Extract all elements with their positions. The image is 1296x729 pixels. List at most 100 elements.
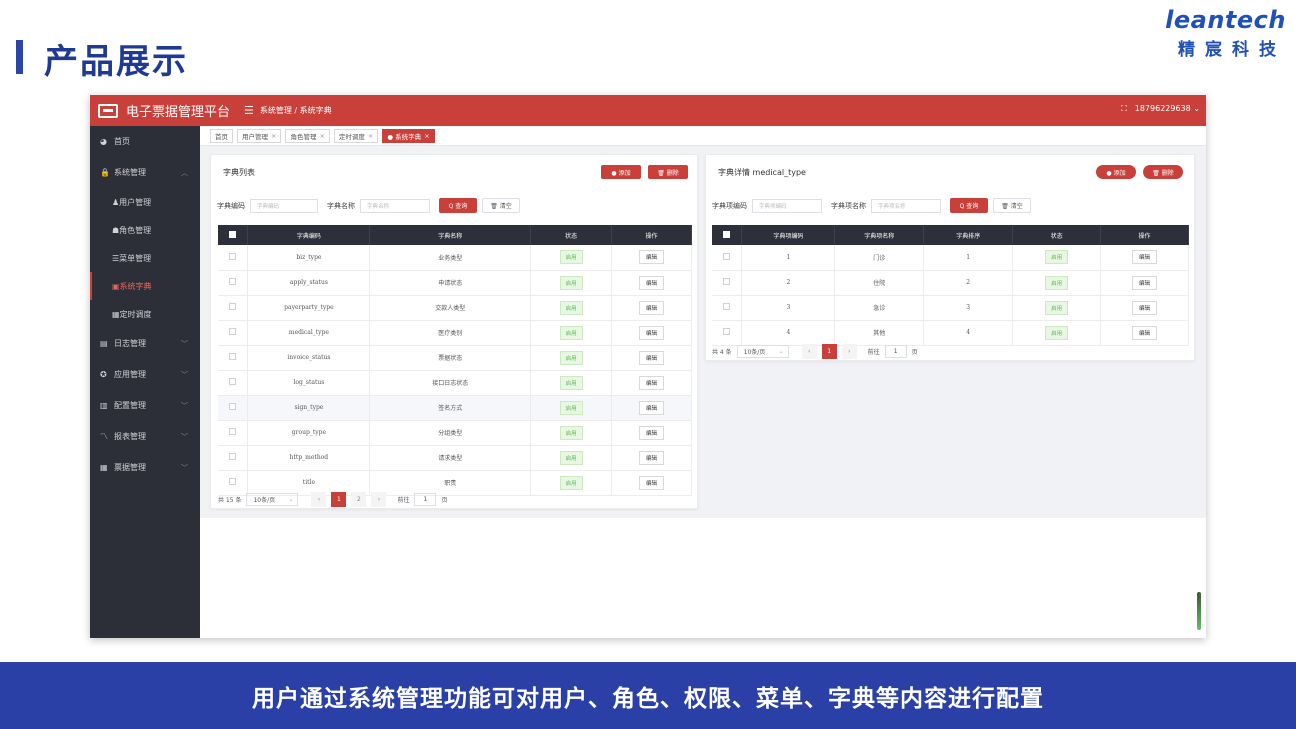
page-button-1[interactable]: 1 — [331, 492, 347, 507]
sidebar-item-users[interactable]: ♟ 用户管理 — [90, 188, 200, 216]
close-icon[interactable]: × — [368, 132, 373, 140]
checkbox[interactable] — [229, 303, 237, 310]
row-select-cell[interactable] — [218, 270, 249, 296]
sidebar-item-logs[interactable]: ▤ 日志管理 ﹀ — [90, 328, 200, 359]
edit-button[interactable]: 编辑 — [639, 425, 665, 440]
edit-button[interactable]: 编辑 — [1132, 275, 1158, 290]
tab-roles[interactable]: 角色管理 × — [285, 128, 330, 143]
edit-button[interactable]: 编辑 — [639, 325, 665, 340]
row-select-cell[interactable] — [218, 245, 249, 271]
checkbox[interactable] — [229, 378, 237, 385]
edit-button[interactable]: 编辑 — [1132, 325, 1158, 340]
table-row[interactable]: 3 急诊 3 启用 编辑 — [712, 295, 1189, 321]
dict-code-input[interactable]: 字典编码 — [250, 198, 318, 213]
table-row[interactable]: medical_type 医疗类别 启用 编辑 — [218, 320, 692, 346]
row-select-cell[interactable] — [218, 370, 249, 396]
user-menu[interactable]: 18796229638 ⌄ — [1135, 104, 1200, 114]
row-select-cell[interactable] — [218, 445, 249, 471]
row-select-cell[interactable] — [712, 270, 743, 296]
page-button-1[interactable]: 1 — [821, 344, 837, 359]
next-page-button[interactable]: › — [371, 492, 387, 507]
edit-button[interactable]: 编辑 — [639, 475, 665, 490]
checkbox[interactable] — [229, 478, 237, 485]
item-code-input[interactable]: 字典项编码 — [752, 198, 822, 213]
checkbox[interactable] — [229, 278, 237, 285]
goto-page-input[interactable]: 1 — [884, 345, 907, 358]
fullscreen-icon[interactable]: ⛶ — [1121, 104, 1127, 114]
row-select-cell[interactable] — [712, 295, 743, 321]
row-select-cell[interactable] — [218, 420, 249, 446]
table-row[interactable]: log_status 接口日志状态 启用 编辑 — [218, 370, 692, 396]
close-icon[interactable]: × — [271, 132, 276, 140]
sidebar-item-reports[interactable]: 〽报表管理 ﹀ — [90, 421, 200, 452]
edit-button[interactable]: 编辑 — [639, 450, 665, 465]
table-row[interactable]: apply_status 申请状态 启用 编辑 — [218, 270, 692, 296]
add-button[interactable]: ● 添加 — [1096, 165, 1136, 179]
checkbox[interactable] — [229, 453, 237, 460]
tab-home[interactable]: 首页 — [210, 128, 233, 143]
edit-button[interactable]: 编辑 — [1132, 300, 1158, 315]
sidebar-item-system[interactable]: 🔒 系统管理 ︿ — [90, 157, 200, 188]
edit-button[interactable]: 编辑 — [639, 350, 665, 365]
tab-scheduler[interactable]: 定时调度 × — [333, 128, 379, 143]
item-name-input[interactable]: 字典项名称 — [871, 198, 941, 213]
table-row[interactable]: 1 门诊 1 启用 编辑 — [712, 245, 1189, 271]
table-row[interactable]: 4 其他 4 启用 编辑 — [712, 320, 1189, 346]
checkbox[interactable] — [723, 303, 731, 310]
sidebar-item-apps[interactable]: ✪ 应用管理 ﹀ — [90, 359, 200, 390]
clear-button[interactable]: 🗑 清空 — [482, 198, 520, 213]
row-select-cell[interactable] — [712, 245, 743, 271]
sidebar-item-dictionary[interactable]: ▣ 系统字典 — [90, 272, 200, 300]
edit-button[interactable]: 编辑 — [639, 250, 665, 265]
edit-button[interactable]: 编辑 — [639, 300, 665, 315]
prev-page-button[interactable]: ‹ — [801, 344, 817, 359]
checkbox[interactable] — [229, 252, 237, 260]
select-all-cell[interactable] — [218, 225, 249, 245]
table-row[interactable]: payerparty_type 交款人类型 启用 编辑 — [218, 295, 692, 321]
tab-dictionary[interactable]: ● 系统字典 × — [382, 128, 435, 143]
page-size-select[interactable]: 10条/页 ⌄ — [246, 493, 299, 506]
edit-button[interactable]: 编辑 — [639, 400, 665, 415]
scrollbar-thumb[interactable] — [1197, 592, 1201, 630]
sidebar-item-menus[interactable]: ☰ 菜单管理 — [90, 244, 200, 272]
next-page-button[interactable]: › — [841, 344, 857, 359]
prev-page-button[interactable]: ‹ — [311, 492, 327, 507]
checkbox[interactable] — [229, 328, 237, 335]
checkbox[interactable] — [723, 252, 731, 260]
sidebar-item-config[interactable]: ▥ 配置管理 ﹀ — [90, 390, 200, 421]
row-select-cell[interactable] — [218, 295, 249, 321]
checkbox[interactable] — [229, 403, 237, 410]
checkbox[interactable] — [723, 278, 731, 285]
tab-users[interactable]: 用户管理 × — [237, 128, 282, 143]
clear-button[interactable]: 🗑 清空 — [993, 198, 1031, 213]
close-icon[interactable]: × — [319, 132, 324, 140]
page-size-select[interactable]: 10条/页 ⌄ — [736, 345, 789, 358]
row-select-cell[interactable] — [712, 320, 743, 346]
checkbox[interactable] — [723, 230, 731, 238]
sidebar-item-roles[interactable]: ☗ 角色管理 — [90, 216, 200, 244]
checkbox[interactable] — [229, 230, 237, 238]
checkbox[interactable] — [229, 353, 237, 360]
row-select-cell[interactable] — [218, 320, 249, 346]
hamburger-icon[interactable]: ☰ — [244, 104, 254, 117]
table-row[interactable]: 2 住院 2 启用 编辑 — [712, 270, 1189, 296]
sidebar-item-tickets[interactable]: ▦ 票据管理 ﹀ — [90, 452, 200, 483]
row-select-cell[interactable] — [218, 345, 249, 371]
query-button[interactable]: Q 查询 — [950, 198, 988, 213]
checkbox[interactable] — [229, 428, 237, 435]
delete-button[interactable]: 🗑 删除 — [648, 165, 688, 179]
goto-page-input[interactable]: 1 — [414, 493, 437, 506]
edit-button[interactable]: 编辑 — [1132, 250, 1158, 265]
table-row[interactable]: sign_type 签名方式 启用 编辑 — [218, 395, 692, 421]
edit-button[interactable]: 编辑 — [639, 275, 665, 290]
table-row[interactable]: invoice_status 票据状态 启用 编辑 — [218, 345, 692, 371]
delete-button[interactable]: 🗑 删除 — [1143, 165, 1183, 179]
dict-name-input[interactable]: 字典名称 — [360, 198, 430, 213]
add-button[interactable]: ● 添加 — [601, 165, 641, 179]
table-row[interactable]: biz_type 业务类型 启用 编辑 — [218, 245, 692, 271]
checkbox[interactable] — [723, 328, 731, 335]
sidebar-item-scheduler[interactable]: ▦ 定时调度 — [90, 300, 200, 328]
row-select-cell[interactable] — [218, 395, 249, 421]
page-button-2[interactable]: 2 — [351, 492, 367, 507]
sidebar-item-home[interactable]: ◕ 首页 — [90, 126, 200, 157]
